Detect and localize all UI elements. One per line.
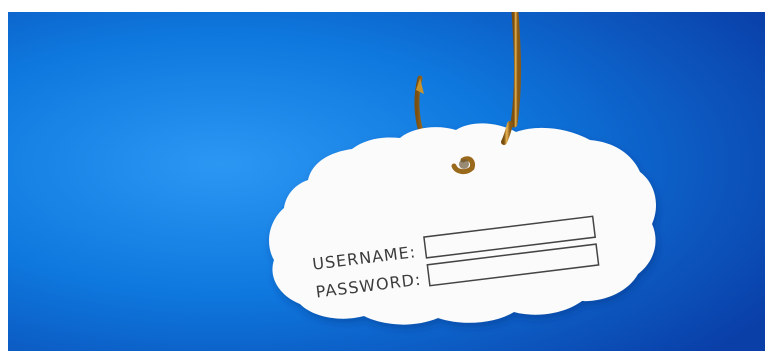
phishing-illustration: USERNAME: PASSWORD: [8,12,765,351]
phishing-photo: USERNAME: PASSWORD: [8,12,765,351]
